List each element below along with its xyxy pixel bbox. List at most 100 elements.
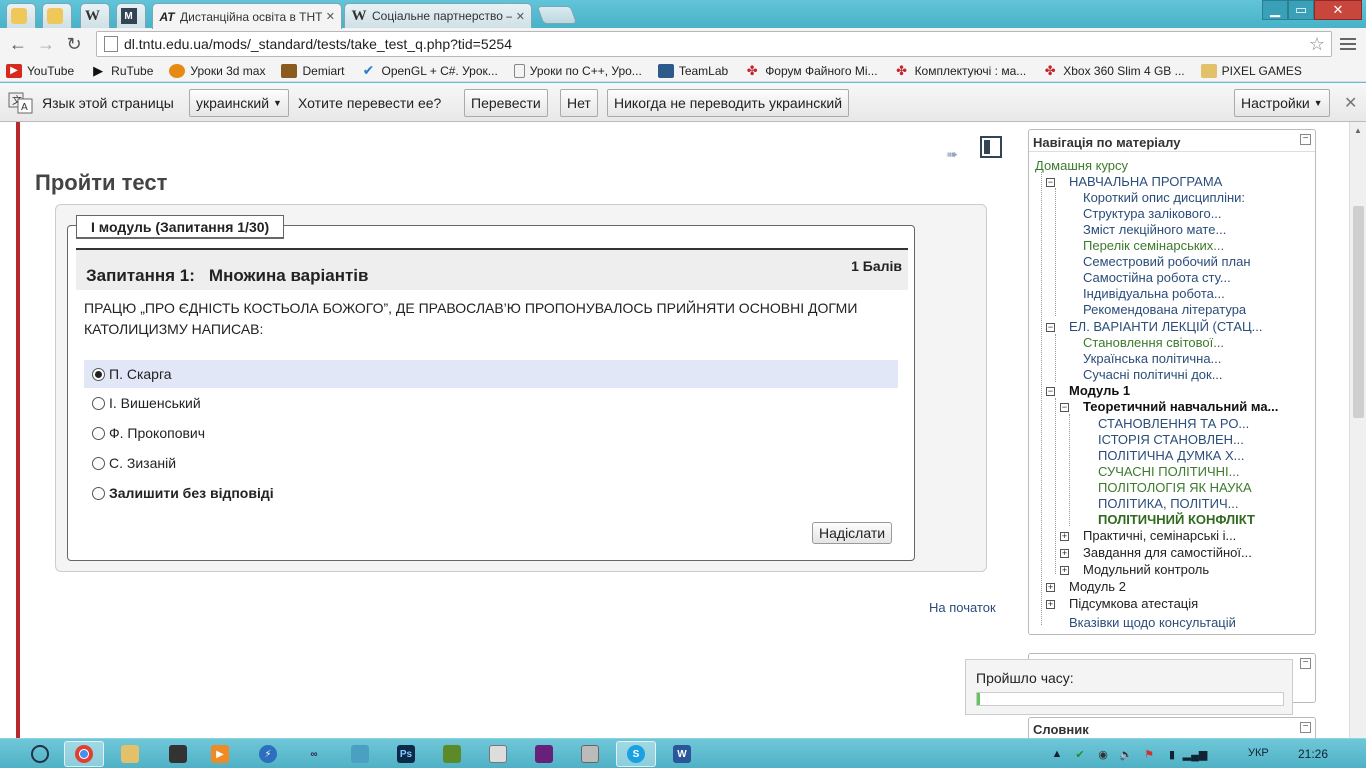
nav-item[interactable]: ІСТОРІЯ СТАНОВЛЕН...: [1098, 432, 1244, 447]
bookmark-rutube[interactable]: ▶ RuTube: [90, 63, 153, 78]
minimize-button[interactable]: ▁: [1262, 0, 1288, 20]
nav-item[interactable]: Підсумкова атестація: [1069, 596, 1198, 611]
settings-button[interactable]: Настройки ▼: [1234, 89, 1330, 117]
nav-item[interactable]: Практичні, семінарські і...: [1083, 528, 1236, 543]
star-icon[interactable]: ☆: [1309, 34, 1325, 55]
nav-item-module-1[interactable]: Модуль 1: [1069, 383, 1130, 398]
collapse-icon[interactable]: −: [1046, 323, 1055, 332]
expand-icon[interactable]: +: [1060, 566, 1069, 575]
taskbar-app[interactable]: [432, 741, 472, 767]
nav-item[interactable]: ЕЛ. ВАРІАНТИ ЛЕКЦІЙ (СТАЦ...: [1069, 319, 1262, 334]
nav-item-current[interactable]: ПОЛІТИЧНИЙ КОНФЛІКТ: [1098, 512, 1255, 527]
radio-button[interactable]: [92, 396, 105, 410]
clock[interactable]: 21:26: [1298, 747, 1328, 761]
volume-icon[interactable]: 🔈: [1119, 747, 1133, 761]
scroll-up-icon[interactable]: ▲: [1354, 126, 1362, 135]
bookmark-xbox[interactable]: ✤ Xbox 360 Slim 4 GB ...: [1042, 63, 1185, 78]
forward-button[interactable]: →: [34, 32, 58, 56]
tab-social-partnership[interactable]: W Соціальне партнерство – ✕: [344, 3, 532, 28]
close-icon[interactable]: ✕: [1344, 93, 1357, 113]
tab-pinned-1[interactable]: [6, 3, 36, 28]
nav-item[interactable]: Перелік семінарських...: [1083, 238, 1224, 253]
back-to-top-link[interactable]: На початок: [929, 600, 996, 615]
nav-item[interactable]: Українська політична...: [1083, 351, 1221, 366]
collapse-icon[interactable]: −: [1300, 658, 1311, 669]
taskbar-chrome[interactable]: [64, 741, 104, 767]
bookmark-demiart[interactable]: Demiart: [281, 63, 345, 78]
nav-home[interactable]: Домашня курсу: [1035, 158, 1128, 173]
back-button[interactable]: ←: [6, 32, 30, 56]
nav-item[interactable]: Семестровий робочий план: [1083, 254, 1251, 269]
expand-icon[interactable]: +: [1046, 600, 1055, 609]
radio-button[interactable]: [92, 426, 105, 440]
nav-item[interactable]: Зміст лекційного мате...: [1083, 222, 1226, 237]
taskbar-calculator[interactable]: [570, 741, 610, 767]
nav-item[interactable]: ПОЛІТИКА, ПОЛІТИЧ...: [1098, 496, 1238, 511]
nav-item[interactable]: СТАНОВЛЕННЯ ТА РО...: [1098, 416, 1249, 431]
expand-icon[interactable]: +: [1046, 583, 1055, 592]
nav-item[interactable]: Індивідуальна робота...: [1083, 286, 1225, 301]
no-button[interactable]: Нет: [560, 89, 598, 117]
bookmark-opengl[interactable]: ✔ OpenGL + C#. Урок...: [361, 62, 498, 78]
side-menu-toggle-icon[interactable]: [980, 136, 1002, 158]
taskbar-photoshop[interactable]: Ps: [386, 741, 426, 767]
taskbar-app[interactable]: [340, 741, 380, 767]
answer-option[interactable]: П. Скарга: [84, 360, 898, 388]
collapse-icon[interactable]: −: [1046, 387, 1055, 396]
radio-button[interactable]: [92, 456, 105, 470]
flag-icon[interactable]: ⚑: [1142, 747, 1156, 761]
answer-option-skip[interactable]: Залишити без відповіді: [84, 479, 898, 507]
collapse-icon[interactable]: −: [1300, 722, 1311, 733]
maximize-button[interactable]: ▭: [1288, 0, 1314, 20]
new-tab-button[interactable]: [536, 6, 578, 24]
nav-item[interactable]: Модульний контроль: [1083, 562, 1209, 577]
nav-item-module-2[interactable]: Модуль 2: [1069, 579, 1126, 594]
taskbar-word[interactable]: W: [662, 741, 702, 767]
taskbar-app[interactable]: ⚡: [248, 741, 288, 767]
answer-option[interactable]: Ф. Прокопович: [84, 419, 898, 447]
tab-pinned-2[interactable]: [42, 3, 72, 28]
answer-option[interactable]: С. Зизаній: [84, 449, 898, 477]
tab-pinned-4[interactable]: M: [116, 3, 146, 28]
chrome-menu-button[interactable]: [1338, 34, 1358, 54]
nav-item[interactable]: Короткий опис дисципліни:: [1083, 190, 1245, 205]
nav-item[interactable]: СУЧАСНІ ПОЛІТИЧНІ...: [1098, 464, 1240, 479]
close-icon[interactable]: ✕: [326, 10, 335, 23]
collapse-icon[interactable]: −: [1300, 134, 1311, 145]
bookmark-3dmax[interactable]: Уроки 3d max: [169, 63, 265, 78]
taskbar-skype[interactable]: S: [616, 741, 656, 767]
network-icon[interactable]: ◉: [1096, 747, 1110, 761]
scrollbar-thumb[interactable]: [1353, 206, 1364, 418]
taskbar-visual-studio[interactable]: [524, 741, 564, 767]
start-button[interactable]: [20, 741, 60, 767]
taskbar-media[interactable]: [158, 741, 198, 767]
answer-option[interactable]: І. Вишенський: [84, 389, 898, 417]
signal-icon[interactable]: ▂▄▆: [1183, 747, 1208, 761]
expand-icon[interactable]: +: [1060, 532, 1069, 541]
url-text[interactable]: dl.tntu.edu.ua/mods/_standard/tests/take…: [124, 36, 1309, 52]
keyboard-language[interactable]: УКР: [1248, 747, 1269, 759]
chevron-up-icon[interactable]: ▲: [1050, 747, 1064, 761]
close-icon[interactable]: ✕: [516, 10, 525, 23]
bookmark-teamlab[interactable]: TeamLab: [657, 63, 728, 78]
expand-icon[interactable]: +: [1060, 549, 1069, 558]
bookmark-cpp[interactable]: Уроки по C++, Уро...: [513, 63, 642, 78]
bookmark-pixel-games[interactable]: PIXEL GAMES: [1200, 63, 1302, 78]
radio-button[interactable]: [92, 486, 105, 500]
bookmark-youtube[interactable]: ▶ YouTube: [6, 63, 74, 78]
taskbar-app[interactable]: ∞: [294, 741, 334, 767]
radio-button[interactable]: [92, 367, 105, 381]
bookmark-forum[interactable]: ✤ Форум Файного Мі...: [744, 63, 878, 78]
battery-icon[interactable]: ▮: [1165, 747, 1179, 761]
tab-pinned-3[interactable]: W: [80, 3, 110, 28]
translate-button[interactable]: Перевести: [464, 89, 548, 117]
submit-button[interactable]: Надіслати: [812, 522, 893, 544]
vertical-scrollbar[interactable]: ▲: [1349, 122, 1366, 738]
taskbar-explorer[interactable]: [110, 741, 150, 767]
bookmark-components[interactable]: ✤ Комплектуючі : ма...: [894, 63, 1026, 78]
reload-button[interactable]: ↻: [62, 32, 86, 56]
taskbar-player[interactable]: ▶: [200, 741, 240, 767]
tab-active[interactable]: AT Дистанційна освіта в ТНТ ✕: [152, 3, 342, 29]
arrow-right-icon[interactable]: ➠: [946, 146, 964, 162]
never-translate-button[interactable]: Никогда не переводить украинский: [607, 89, 850, 117]
